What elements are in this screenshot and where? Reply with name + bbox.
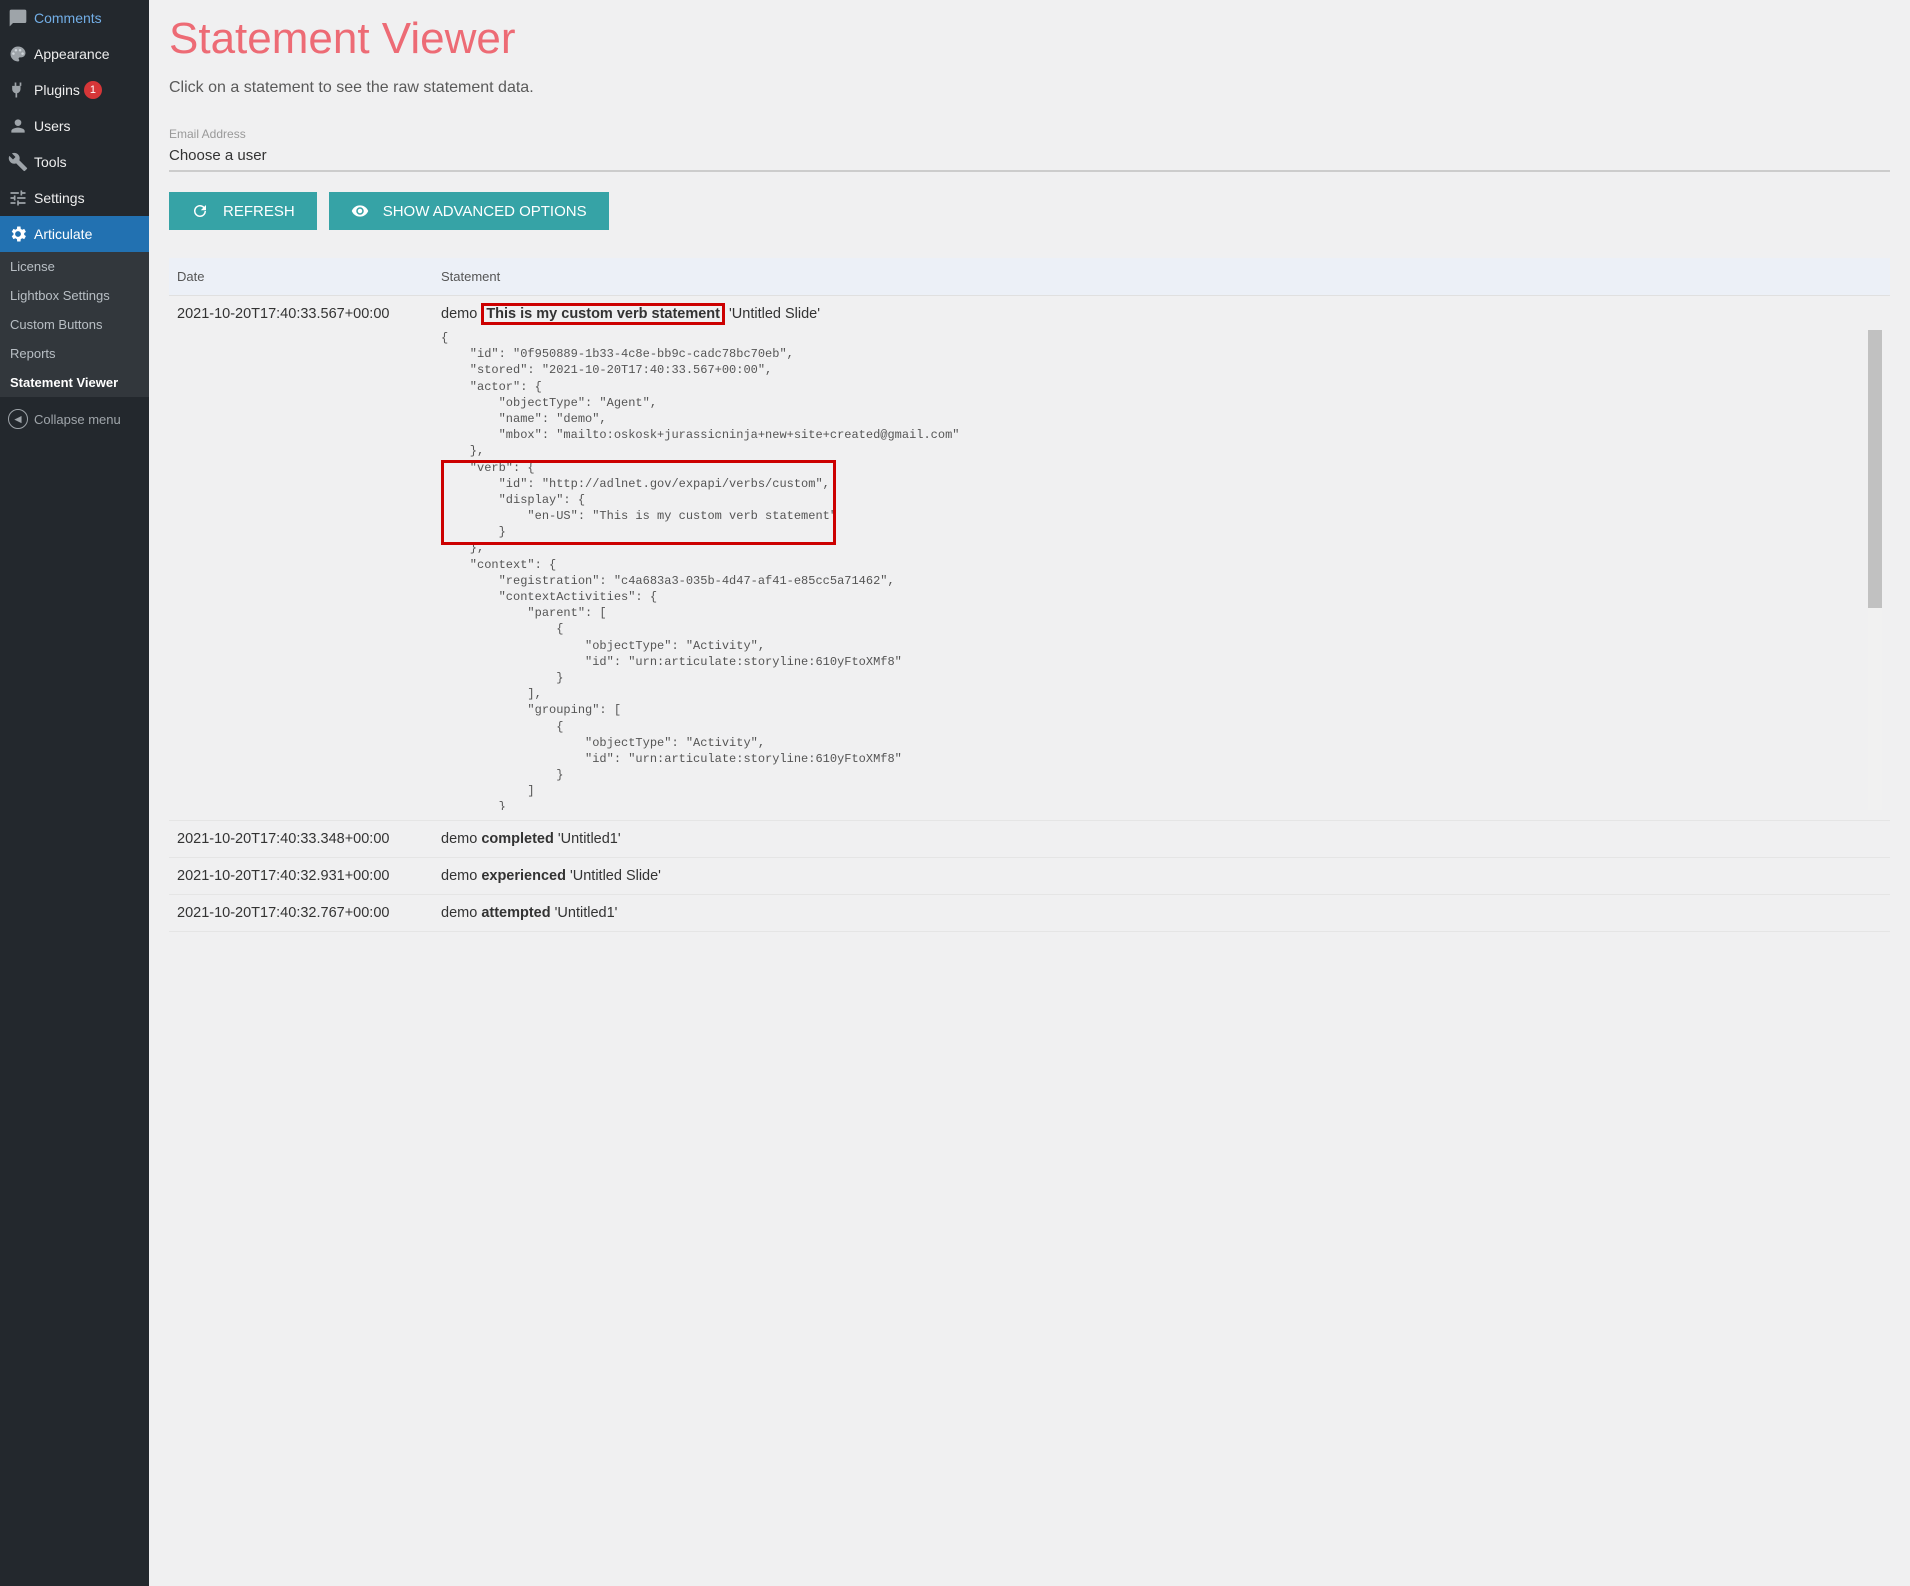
email-field[interactable]: Choose a user (169, 147, 1890, 172)
statement-summary: demo attempted 'Untitled1' (441, 905, 617, 921)
sidebar-item-users[interactable]: Users (0, 108, 149, 144)
admin-sidebar: Comments Appearance Plugins1 Users Tools Sett… (0, 0, 149, 1586)
statement-object: 'Untitled Slide' (725, 306, 820, 322)
statement-object: 'Untitled1' (554, 831, 621, 847)
show-advanced-button[interactable]: SHOW ADVANCED OPTIONS (329, 192, 609, 230)
submenu-item-custom-buttons[interactable]: Custom Buttons (0, 310, 149, 339)
statement-verb: attempted (481, 905, 550, 921)
statement-date: 2021-10-20T17:40:32.767+00:00 (177, 905, 441, 921)
submenu-item-lightbox-settings[interactable]: Lightbox Settings (0, 281, 149, 310)
statement-cell: demo experienced 'Untitled Slide' (441, 868, 1882, 884)
table-row[interactable]: 2021-10-20T17:40:33.348+00:00demo comple… (169, 821, 1890, 858)
statement-object: 'Untitled Slide' (566, 868, 661, 884)
submenu-item-reports[interactable]: Reports (0, 339, 149, 368)
sidebar-item-label: Users (34, 118, 71, 134)
settings-icon (8, 188, 28, 208)
statement-summary: demo experienced 'Untitled Slide' (441, 868, 661, 884)
refresh-icon (191, 202, 209, 220)
sidebar-item-comments[interactable]: Comments (0, 0, 149, 36)
articulate-submenu: LicenseLightbox SettingsCustom ButtonsRe… (0, 252, 149, 397)
statement-json: { "id": "0f950889-1b33-4c8e-bb9c-cadc78b… (441, 330, 1882, 810)
statement-summary: demo This is my custom verb statement 'U… (441, 303, 820, 325)
statement-actor: demo (441, 831, 481, 847)
sidebar-item-label: Settings (34, 190, 85, 206)
update-badge: 1 (84, 81, 102, 99)
email-field-label: Email Address (169, 127, 1890, 141)
sidebar-item-label: Comments (34, 10, 102, 26)
page-subtitle: Click on a statement to see the raw stat… (169, 79, 1890, 97)
statement-cell: demo completed 'Untitled1' (441, 831, 1882, 847)
toolbar: REFRESH SHOW ADVANCED OPTIONS (169, 192, 1890, 230)
statement-verb: This is my custom verb statement (481, 303, 725, 325)
statement-date: 2021-10-20T17:40:32.931+00:00 (177, 868, 441, 884)
statement-date: 2021-10-20T17:40:33.567+00:00 (177, 306, 441, 322)
scrollbar-thumb[interactable] (1868, 330, 1882, 608)
statement-actor: demo (441, 306, 481, 322)
collapse-menu-button[interactable]: ◄ Collapse menu (0, 401, 149, 437)
table-row[interactable]: 2021-10-20T17:40:32.931+00:00demo experi… (169, 858, 1890, 895)
statement-actor: demo (441, 868, 481, 884)
tools-icon (8, 152, 28, 172)
comments-icon (8, 8, 28, 28)
sidebar-item-plugins[interactable]: Plugins1 (0, 72, 149, 108)
sidebar-item-settings[interactable]: Settings (0, 180, 149, 216)
statement-summary: demo completed 'Untitled1' (441, 831, 621, 847)
statements-table: Date Statement 2021-10-20T17:40:33.567+0… (169, 258, 1890, 932)
sidebar-item-label: Articulate (34, 226, 92, 242)
statement-cell: demo This is my custom verb statement 'U… (441, 306, 1882, 810)
sidebar-item-label: Tools (34, 154, 67, 170)
collapse-menu-label: Collapse menu (34, 412, 121, 427)
statement-json-wrap[interactable]: { "id": "0f950889-1b33-4c8e-bb9c-cadc78b… (441, 330, 1882, 810)
gear-icon (8, 224, 28, 244)
eye-icon (351, 202, 369, 220)
sidebar-item-articulate[interactable]: Articulate (0, 216, 149, 252)
advanced-label: SHOW ADVANCED OPTIONS (383, 203, 587, 220)
date-column-header: Date (177, 269, 441, 284)
page-title: Statement Viewer (169, 14, 1890, 64)
submenu-item-license[interactable]: License (0, 252, 149, 281)
main-content: Statement Viewer Click on a statement to… (149, 0, 1910, 1586)
table-row[interactable]: 2021-10-20T17:40:33.567+00:00demo This i… (169, 296, 1890, 821)
sidebar-item-label: Appearance (34, 46, 110, 62)
appearance-icon (8, 44, 28, 64)
statement-column-header: Statement (441, 269, 1882, 284)
statement-verb: completed (481, 831, 554, 847)
users-icon (8, 116, 28, 136)
plugins-icon (8, 80, 28, 100)
statement-object: 'Untitled1' (551, 905, 618, 921)
table-row[interactable]: 2021-10-20T17:40:32.767+00:00demo attemp… (169, 895, 1890, 932)
statement-cell: demo attempted 'Untitled1' (441, 905, 1882, 921)
statement-verb: experienced (481, 868, 566, 884)
statement-actor: demo (441, 905, 481, 921)
submenu-item-statement-viewer[interactable]: Statement Viewer (0, 368, 149, 397)
table-header: Date Statement (169, 258, 1890, 296)
sidebar-item-tools[interactable]: Tools (0, 144, 149, 180)
refresh-button[interactable]: REFRESH (169, 192, 317, 230)
statement-date: 2021-10-20T17:40:33.348+00:00 (177, 831, 441, 847)
sidebar-item-appearance[interactable]: Appearance (0, 36, 149, 72)
refresh-label: REFRESH (223, 203, 295, 220)
sidebar-item-label: Plugins (34, 82, 80, 98)
collapse-icon: ◄ (8, 409, 28, 429)
